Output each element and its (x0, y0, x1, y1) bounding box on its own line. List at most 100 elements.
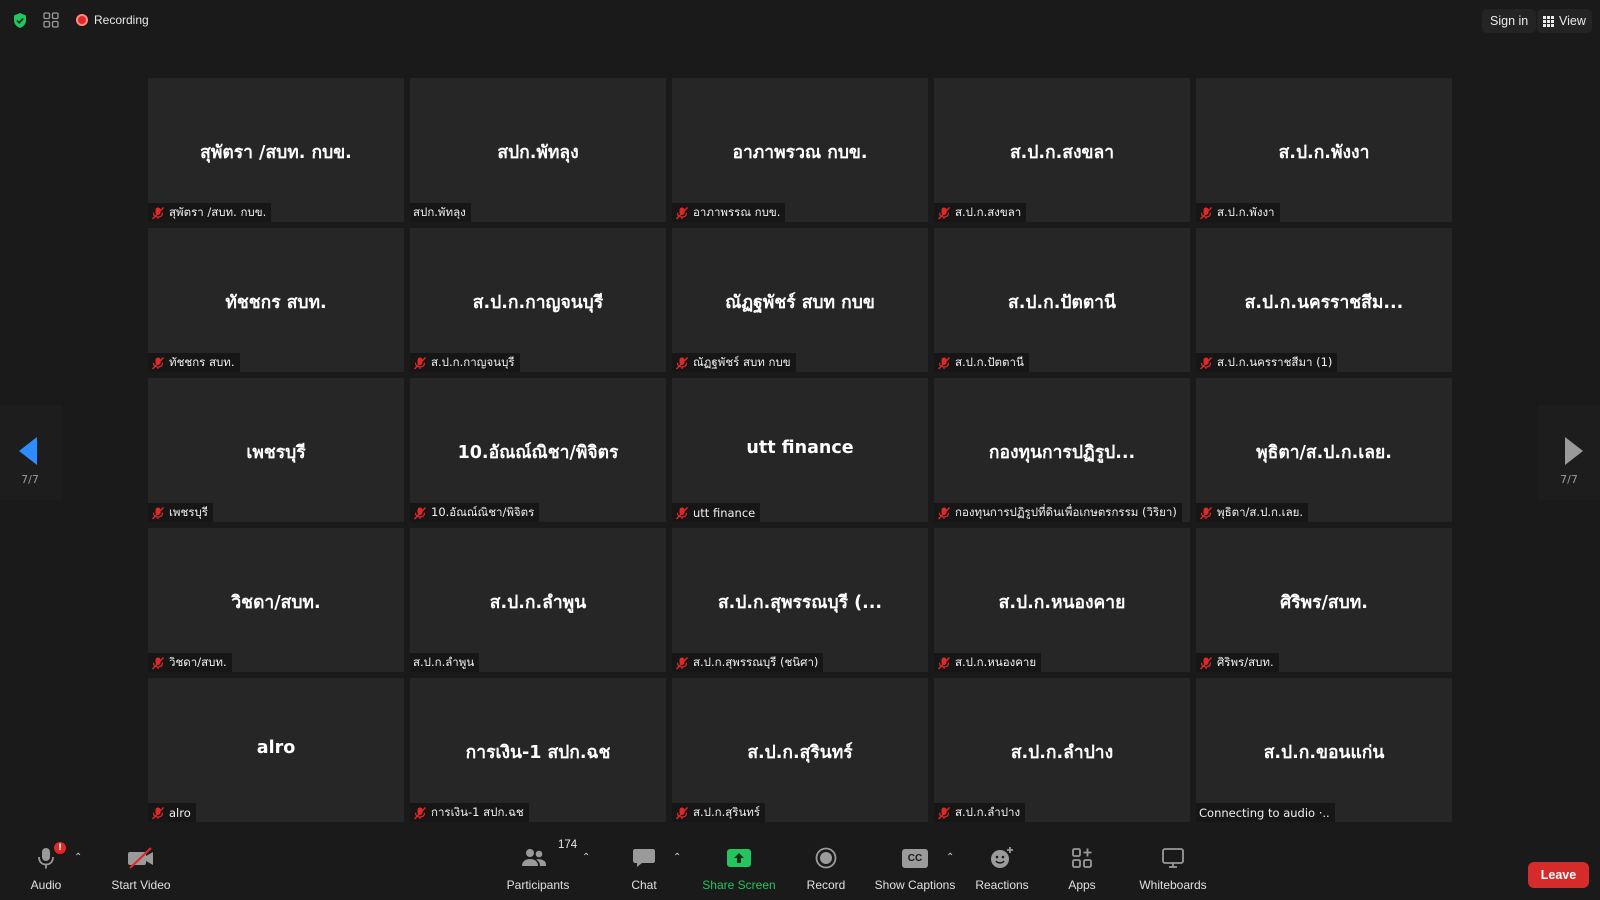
participant-label-text: สปก.พัทลุง (413, 204, 466, 219)
mic-muted-icon (675, 806, 689, 819)
participant-tile[interactable]: utt finance utt finance (672, 378, 928, 522)
participant-tile[interactable]: ส.ป.ก.ลำพูน ส.ป.ก.ลำพูน (410, 528, 666, 672)
participant-tile[interactable]: สุพัตรา /สบท. กบข. สุพัตรา /สบท. กบข. (148, 78, 404, 222)
microphone-icon (38, 848, 54, 869)
participant-tile[interactable]: ส.ป.ก.หนองคาย ส.ป.ก.หนองคาย (934, 528, 1190, 672)
reactions-button[interactable]: Reactions (972, 840, 1032, 900)
encryption-shield-icon[interactable] (12, 12, 28, 29)
participant-display-name: ส.ป.ก.พังงา (1278, 143, 1370, 163)
participant-tile[interactable]: พุธิตา/ส.ป.ก.เลย. พุธิตา/ส.ป.ก.เลย. (1196, 378, 1452, 522)
participant-display-name: สปก.พัทลุง (497, 143, 579, 163)
reactions-emoji-icon (991, 847, 1013, 868)
whiteboards-label: Whiteboards (1139, 878, 1207, 892)
participant-label-text: Connecting to audio ·.. (1199, 805, 1330, 820)
participant-display-name: utt finance (746, 438, 854, 458)
participant-tile[interactable]: ส.ป.ก.ขอนแก่น Connecting to audio ·.. (1196, 678, 1452, 822)
mic-muted-icon (151, 656, 165, 669)
meeting-info-grid-icon[interactable] (43, 12, 59, 28)
apps-icon (1072, 848, 1092, 868)
apps-label: Apps (1068, 878, 1096, 892)
show-captions-label: Show Captions (874, 878, 956, 892)
participant-name-label: สุพัตรา /สบท. กบข. (148, 203, 272, 222)
chat-options-caret-icon[interactable]: ⌃ (673, 852, 681, 863)
next-page-button[interactable]: 7/7 (1538, 405, 1600, 500)
participant-label-text: ส.ป.ก.กาญจนบุรี (431, 354, 515, 369)
participant-tile[interactable]: ส.ป.ก.นครราชสีม... ส.ป.ก.นครราชสีมา (1) (1196, 228, 1452, 372)
chat-button[interactable]: Chat (614, 840, 674, 900)
participant-label-text: การเงิน-1 สปก.ฉช (431, 804, 524, 819)
participant-tile[interactable]: alro alro (148, 678, 404, 822)
share-screen-icon (727, 849, 751, 867)
captions-options-caret-icon[interactable]: ⌃ (946, 852, 954, 863)
participant-tile[interactable]: อาภาพรวณ กบข. อาภาพรรณ กบข. (672, 78, 928, 222)
mic-muted-icon (937, 206, 951, 219)
participant-tile[interactable]: วิชดา/สบท. วิชดา/สบท. (148, 528, 404, 672)
participant-label-text: utt finance (693, 505, 756, 520)
participant-display-name: สุพัตรา /สบท. กบข. (200, 143, 352, 163)
participant-tile[interactable]: ส.ป.ก.พังงา ส.ป.ก.พังงา (1196, 78, 1452, 222)
participant-tile[interactable]: ส.ป.ก.สุพรรณบุรี (... ส.ป.ก.สุพรรณบุรี (ช… (672, 528, 928, 672)
participant-label-text: สุพัตรา /สบท. กบข. (169, 204, 267, 219)
participant-name-label: ส.ป.ก.ลำปาง (934, 803, 1026, 822)
participant-tile[interactable]: กองทุนการปฏิรูป... กองทุนการปฏิรูปที่ดินเ… (934, 378, 1190, 522)
participant-label-text: ส.ป.ก.สงขลา (955, 204, 1022, 219)
audio-options-caret-icon[interactable]: ⌃ (74, 852, 82, 863)
participant-name-label: alro (148, 803, 196, 822)
participant-name-label: ส.ป.ก.ปัตตานี (934, 353, 1029, 372)
participants-options-caret-icon[interactable]: ⌃ (582, 852, 590, 863)
participant-display-name: ส.ป.ก.นครราชสีม... (1244, 293, 1404, 313)
mic-muted-icon (675, 656, 689, 669)
mic-muted-icon (937, 806, 951, 819)
participant-tile[interactable]: ส.ป.ก.กาญจนบุรี ส.ป.ก.กาญจนบุรี (410, 228, 666, 372)
participant-tile[interactable]: ส.ป.ก.ปัตตานี ส.ป.ก.ปัตตานี (934, 228, 1190, 372)
mic-muted-icon (151, 356, 165, 369)
start-video-label: Start Video (111, 878, 171, 892)
participant-tile[interactable]: ส.ป.ก.ลำปาง ส.ป.ก.ลำปาง (934, 678, 1190, 822)
audio-button[interactable]: ! Audio (16, 840, 76, 900)
participant-label-text: ส.ป.ก.นครราชสีมา (1) (1217, 354, 1333, 369)
participant-label-text: ส.ป.ก.สุรินทร์ (693, 804, 761, 819)
mic-muted-icon (1199, 656, 1213, 669)
recording-indicator[interactable]: Recording (76, 11, 149, 29)
participant-name-label: อาภาพรรณ กบข. (672, 203, 786, 222)
leave-button[interactable]: Leave (1528, 862, 1589, 888)
sign-in-button[interactable]: Sign in (1482, 9, 1537, 33)
participant-tile[interactable]: เพชรบุรี เพชรบุรี (148, 378, 404, 522)
participants-button[interactable]: 174 Participants (500, 839, 578, 900)
apps-button[interactable]: Apps (1052, 840, 1112, 900)
participant-tile[interactable]: ศิริพร/สบท. ศิริพร/สบท. (1196, 528, 1452, 672)
participant-display-name: เพชรบุรี (246, 443, 306, 463)
participant-display-name: อาภาพรวณ กบข. (732, 143, 868, 163)
record-button[interactable]: Record (796, 840, 856, 900)
whiteboards-button[interactable]: Whiteboards (1130, 840, 1216, 900)
participant-display-name: alro (256, 738, 296, 758)
participant-tile[interactable]: ส.ป.ก.สงขลา ส.ป.ก.สงขลา (934, 78, 1190, 222)
participant-tile[interactable]: การเงิน-1 สปก.ฉช การเงิน-1 สปก.ฉช (410, 678, 666, 822)
participant-label-text: อาภาพรรณ กบข. (693, 204, 781, 219)
participant-name-label: ส.ป.ก.สุรินทร์ (672, 803, 766, 822)
page-indicator: 7/7 (21, 473, 39, 486)
share-screen-button[interactable]: Share Screen (700, 840, 778, 900)
chat-bubble-icon (633, 849, 655, 867)
show-captions-button[interactable]: CC Show Captions (870, 840, 960, 900)
participant-display-name: ณัฏฐพัชร์ สบท กบข (725, 293, 875, 313)
participant-name-label: การเงิน-1 สปก.ฉช (410, 803, 529, 822)
start-video-button[interactable]: Start Video (106, 840, 176, 900)
participant-label-text: ส.ป.ก.หนองคาย (955, 654, 1037, 669)
previous-page-button[interactable]: 7/7 (0, 405, 62, 500)
participant-tile[interactable]: ณัฏฐพัชร์ สบท กบข ณัฏฐพัชร์ สบท กบข (672, 228, 928, 372)
participant-tile[interactable]: ส.ป.ก.สุรินทร์ ส.ป.ก.สุรินทร์ (672, 678, 928, 822)
participant-display-name: ส.ป.ก.หนองคาย (998, 593, 1126, 613)
participant-label-text: ทัชชกร สบท. (169, 354, 235, 369)
mic-muted-icon (151, 206, 165, 219)
participant-label-text: alro (169, 805, 191, 820)
participant-tile[interactable]: 10.อัณณ์ณิชา/พิจิตร 10.อัณณ์ณิชา/พิจิตร (410, 378, 666, 522)
participant-tile[interactable]: ทัชชกร สบท. ทัชชกร สบท. (148, 228, 404, 372)
participant-label-text: ส.ป.ก.สุพรรณบุรี (ชนิศา) (693, 654, 819, 669)
participant-display-name: ศิริพร/สบท. (1280, 593, 1368, 613)
view-button[interactable]: View (1537, 9, 1592, 33)
participant-tile[interactable]: สปก.พัทลุง สปก.พัทลุง (410, 78, 666, 222)
meeting-toolbar: ! Audio ⌃ Start Video 174 Participants ⌃… (0, 839, 1600, 900)
participant-display-name: ส.ป.ก.ลำปาง (1010, 743, 1114, 763)
participant-name-label: ส.ป.ก.ลำพูน (410, 653, 480, 672)
